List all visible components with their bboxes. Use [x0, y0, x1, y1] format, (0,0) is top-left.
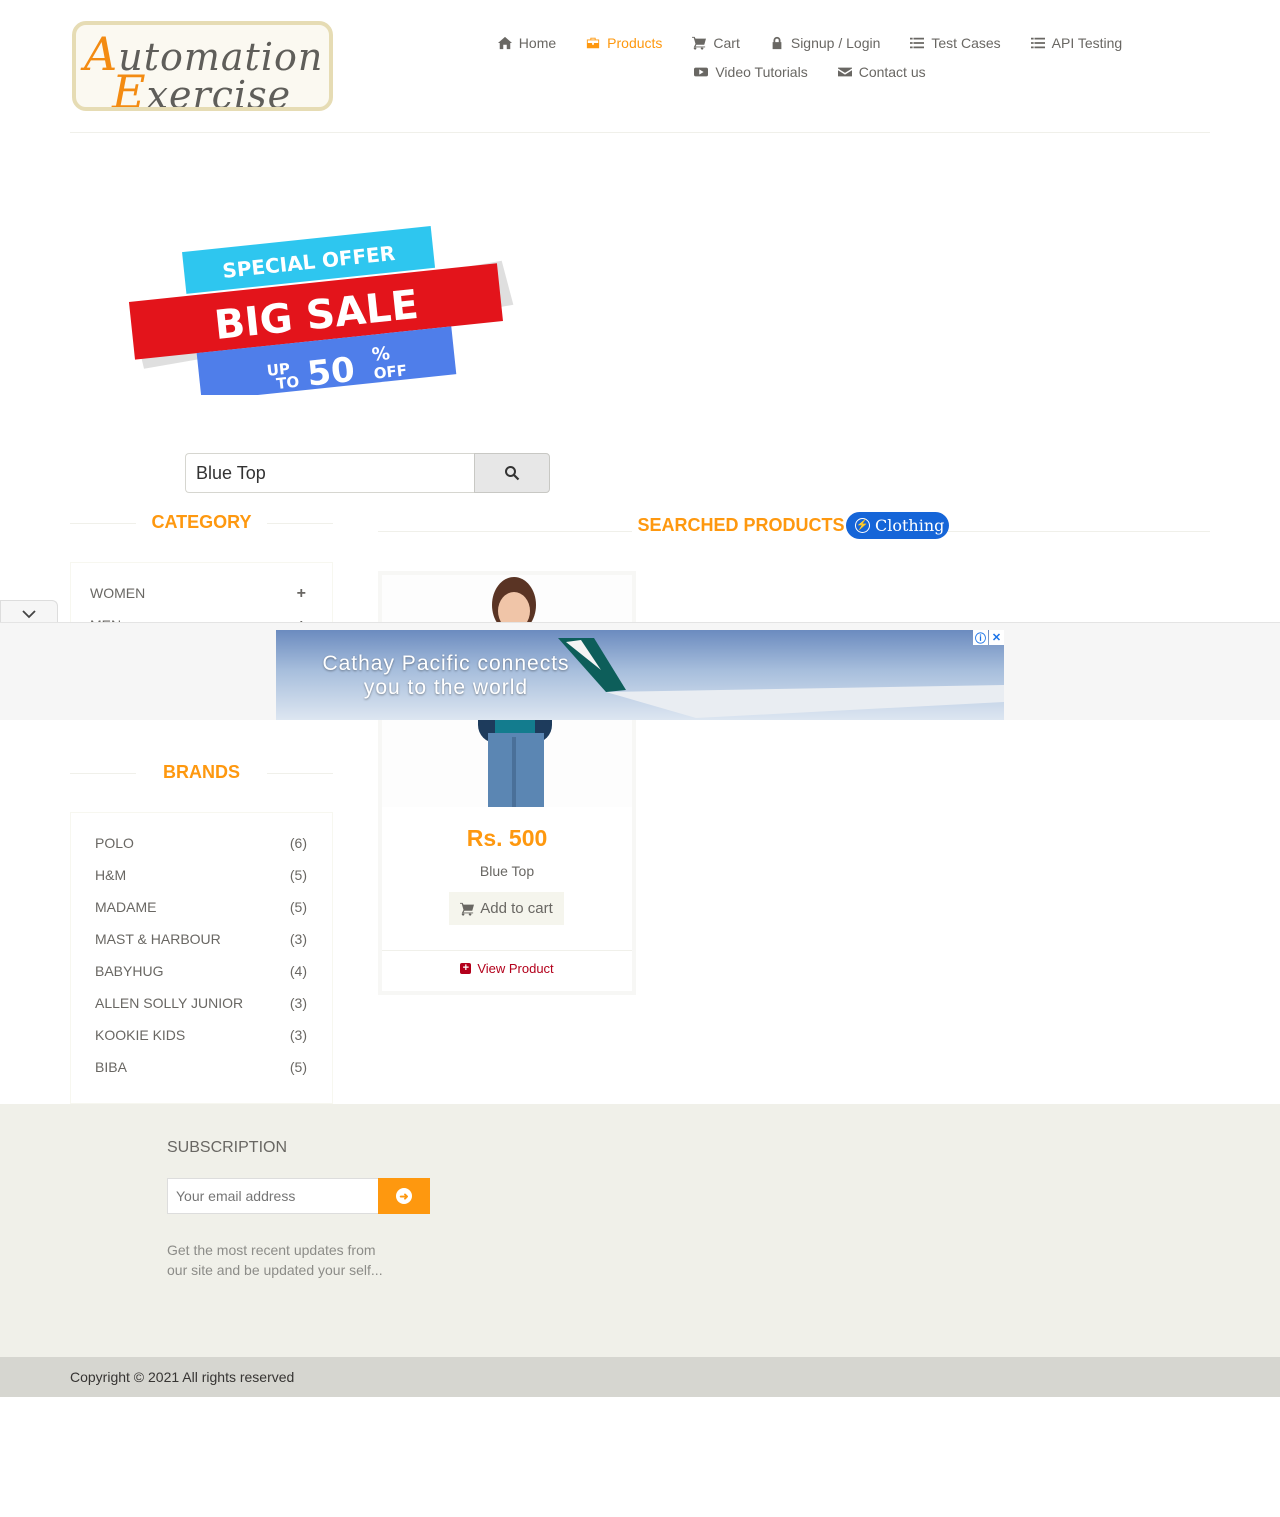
plus-icon[interactable]: +: [297, 585, 306, 603]
ad-icons: ⓘ ✕: [973, 630, 1004, 645]
banner-percent-value: 50: [305, 350, 356, 395]
card-divider: [382, 950, 632, 951]
subscription-description: Get the most recent updates from our sit…: [167, 1242, 383, 1278]
search-input[interactable]: [185, 453, 475, 493]
brands-title-line-left: [70, 773, 136, 774]
brand-item[interactable]: BIBA (5): [95, 1059, 307, 1075]
brand-item[interactable]: MAST & HARBOUR (3): [95, 931, 307, 947]
banner-to: TO: [275, 373, 300, 393]
category-item-women[interactable]: WOMEN +: [90, 585, 306, 603]
main-nav: Home Products Cart Signup / Login Test C…: [440, 28, 1180, 86]
lock-icon: [772, 36, 782, 49]
copyright-text: Copyright © 2021 All rights reserved: [70, 1369, 295, 1385]
view-product-link[interactable]: + View Product: [378, 961, 636, 976]
subscribe-button[interactable]: ➜: [378, 1178, 430, 1214]
nav-contact-us[interactable]: Contact us: [837, 64, 926, 80]
subscription-title: SUBSCRIPTION: [167, 1139, 288, 1156]
plus-square-icon: +: [460, 963, 472, 974]
header-divider: [70, 132, 1210, 133]
chevron-down-icon: [22, 609, 36, 618]
cart-icon: [692, 36, 707, 50]
sale-banner: SPECIAL OFFER BIG SALE UP TO 50 % OFF: [128, 226, 514, 395]
brand-item[interactable]: KOOKIE KIDS (3): [95, 1027, 307, 1043]
ad-banner[interactable]: Cathay Pacific connects you to the world …: [276, 630, 1004, 720]
bolt-icon: ⚡: [855, 518, 870, 533]
brand-item[interactable]: BABYHUG (4): [95, 963, 307, 979]
category-title-line-right: [267, 523, 333, 524]
search-button[interactable]: [474, 453, 550, 493]
nav-products[interactable]: Products: [586, 35, 662, 51]
ad-close-icon[interactable]: ✕: [989, 630, 1004, 645]
category-title: CATEGORY: [151, 512, 252, 532]
nav-signup-login[interactable]: Signup / Login: [770, 35, 880, 51]
clothing-badge[interactable]: ⚡ Clothing: [846, 512, 949, 539]
youtube-icon: [694, 67, 709, 76]
site-logo[interactable]: Automation Exercise: [72, 21, 333, 111]
nav-api-testing[interactable]: API Testing: [1030, 35, 1122, 51]
arrow-circle-right-icon: ➜: [396, 1188, 412, 1204]
category-title-line-left: [70, 523, 136, 524]
home-icon: [497, 36, 512, 49]
nav-video-tutorials[interactable]: Video Tutorials: [694, 64, 808, 80]
list-icon: [910, 37, 925, 48]
brands-title-line-right: [267, 773, 333, 774]
brands-title: BRANDS: [162, 762, 240, 782]
add-to-cart-button[interactable]: Add to cart: [449, 892, 564, 925]
brand-item[interactable]: MADAME (5): [95, 899, 307, 915]
brand-item[interactable]: POLO (6): [95, 835, 307, 851]
products-icon: [587, 37, 600, 48]
logo-line-2: Exercise: [112, 65, 292, 111]
list-icon: [1030, 37, 1045, 48]
banner-off: OFF: [373, 361, 408, 382]
nav-test-cases[interactable]: Test Cases: [910, 35, 1001, 51]
search-icon: [505, 466, 520, 481]
brand-item[interactable]: ALLEN SOLLY JUNIOR (3): [95, 995, 307, 1011]
envelope-icon: [837, 67, 852, 76]
ad-text: Cathay Pacific connects you to the world: [322, 652, 570, 699]
brand-item[interactable]: H&M (5): [95, 867, 307, 883]
results-title: SEARCHED PRODUCTS: [632, 515, 850, 536]
ad-info-icon[interactable]: ⓘ: [973, 630, 988, 645]
nav-cart[interactable]: Cart: [692, 35, 740, 51]
nav-home[interactable]: Home: [497, 35, 556, 51]
product-price: Rs. 500: [466, 825, 548, 851]
product-name: Blue Top: [479, 863, 535, 879]
cart-icon: [460, 902, 475, 916]
email-input[interactable]: [167, 1178, 379, 1214]
